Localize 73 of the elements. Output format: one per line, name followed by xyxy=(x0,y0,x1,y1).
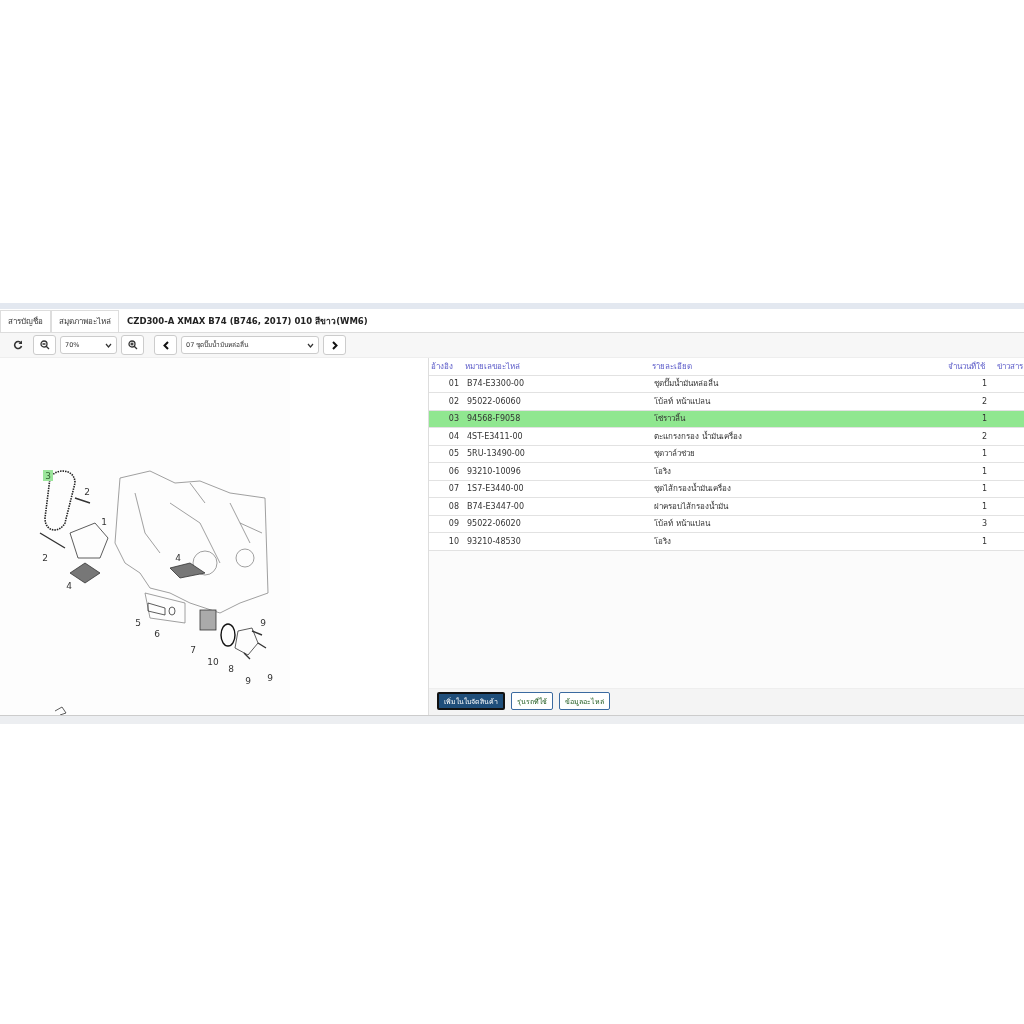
table-cell-text: 1 xyxy=(980,501,988,511)
table-cell-text: 08 xyxy=(447,501,460,511)
table-cell-text: โอริง xyxy=(654,535,672,548)
table-cell-text: 3 xyxy=(980,519,988,529)
table-cell-text: 4ST-E3411-00 xyxy=(467,431,524,441)
table-cell-text: 95022-06020 xyxy=(467,519,522,529)
table-cell-text: ชุดไส้กรองน้ำมันเครื่อง xyxy=(654,482,732,496)
table-cell-text: 5RU-13490-00 xyxy=(467,449,526,459)
caret-icon xyxy=(307,342,314,348)
callout-number[interactable]: 3 xyxy=(45,471,51,481)
table-cell-text: 1 xyxy=(980,536,988,546)
table-cell-text: 2 xyxy=(980,396,988,406)
table-cell-text: 05 xyxy=(447,449,460,459)
table-cell-text: ชุดปั๊มน้ำมันหล่อลื่น xyxy=(654,377,720,391)
table-row[interactable]: 10 93210-48530 โอริง 1 xyxy=(429,533,1024,551)
callout-number[interactable]: 4 xyxy=(66,581,72,591)
catalog-tab[interactable]: สมุดภาพอะไหล่ xyxy=(51,310,119,332)
table-cell-text: 94568-F9058 xyxy=(467,414,522,424)
table-cell-text: 02 xyxy=(447,396,460,406)
callout-number[interactable]: 9 xyxy=(260,618,266,628)
table-cell-text: โซ่ราวลิ้น xyxy=(654,412,687,426)
callout-number[interactable]: 1 xyxy=(101,517,107,527)
callout-number[interactable]: 5 xyxy=(135,618,141,628)
callout-number[interactable]: 2 xyxy=(42,553,48,563)
table-cell-text: 1 xyxy=(980,484,988,494)
table-cell-text: โบ้ลท์ หน้าแปลน xyxy=(654,518,712,531)
catalog-tab[interactable]: สารบัญชื่อ xyxy=(0,310,51,332)
column-header[interactable]: อ้างอิง xyxy=(429,359,465,373)
table-cell-text: 07 xyxy=(447,484,460,494)
zoom-in-icon[interactable] xyxy=(121,335,144,355)
table-cell-text: 1 xyxy=(980,466,988,476)
callout-number[interactable]: 6 xyxy=(154,629,160,639)
caret-icon xyxy=(105,342,112,348)
table-cell-text: โบ้ลท์ หน้าแปลน xyxy=(654,395,712,408)
table-row[interactable]: 06 93210-10096 โอริง 1 xyxy=(429,463,1024,481)
table-cell-text: 06 xyxy=(447,466,460,476)
zoom-out-icon[interactable] xyxy=(33,335,56,355)
table-row[interactable]: 02 95022-06060 โบ้ลท์ หน้าแปลน 2 xyxy=(429,393,1024,411)
callout-number[interactable]: 9 xyxy=(245,676,251,686)
table-cell-text: 2 xyxy=(980,431,988,441)
table-cell-text: ตะแกรงกรอง น้ำมันเครื่อง xyxy=(654,430,743,443)
table-cell-text: 1S7-E3440-00 xyxy=(467,484,525,494)
previous-icon[interactable] xyxy=(154,335,177,355)
callout-number[interactable]: 4 xyxy=(175,553,181,563)
callout-number[interactable]: 2 xyxy=(84,487,90,497)
callout-number[interactable]: 8 xyxy=(228,664,234,674)
table-cell-text: โอริง xyxy=(654,465,672,478)
next-icon[interactable] xyxy=(323,335,346,355)
table-cell-text: 93210-10096 xyxy=(467,466,522,476)
table-row[interactable]: 04 4ST-E3411-00 ตะแกรงกรอง น้ำมันเครื่อง 2 xyxy=(429,428,1024,446)
column-header[interactable]: จำนวนที่ใช้ xyxy=(872,359,997,373)
table-cell-text: 1 xyxy=(980,414,988,424)
column-header[interactable]: รายละเอียด xyxy=(652,359,872,373)
callout-number[interactable]: 10 xyxy=(207,657,219,667)
table-cell-text: 10 xyxy=(447,536,460,546)
callout-number[interactable]: 9 xyxy=(267,673,273,683)
table-cell-text: 93210-48530 xyxy=(467,536,522,546)
table-cell-text: 01 xyxy=(447,379,460,389)
table-cell-text: ฝาครอบไส้กรองน้ำมัน xyxy=(654,500,730,513)
table-row[interactable]: 08 B74-E3447-00 ฝาครอบไส้กรองน้ำมัน 1 xyxy=(429,498,1024,516)
table-cell-text: 03 xyxy=(447,414,460,424)
model-title: CZD300-A XMAX B74 (B746, 2017) 010 สีขาว(WM6) xyxy=(127,314,368,328)
table-cell-text: 04 xyxy=(447,431,460,441)
column-header[interactable]: ข่าวสาร xyxy=(997,359,1023,373)
table-cell-text: 1 xyxy=(980,379,988,389)
callout-number[interactable]: 7 xyxy=(190,645,196,655)
table-cell-text: 95022-06060 xyxy=(467,396,522,406)
column-header[interactable]: หมายเลขอะไหล่ xyxy=(465,359,652,373)
table-cell-text: 09 xyxy=(447,519,460,529)
table-cell-text: ชุดวาล์วช่วย xyxy=(654,448,696,461)
table-cell-text: B74-E3447-00 xyxy=(467,501,526,511)
table-cell-text: 1 xyxy=(980,449,988,459)
table-cell-text: B74-E3300-00 xyxy=(467,379,526,389)
